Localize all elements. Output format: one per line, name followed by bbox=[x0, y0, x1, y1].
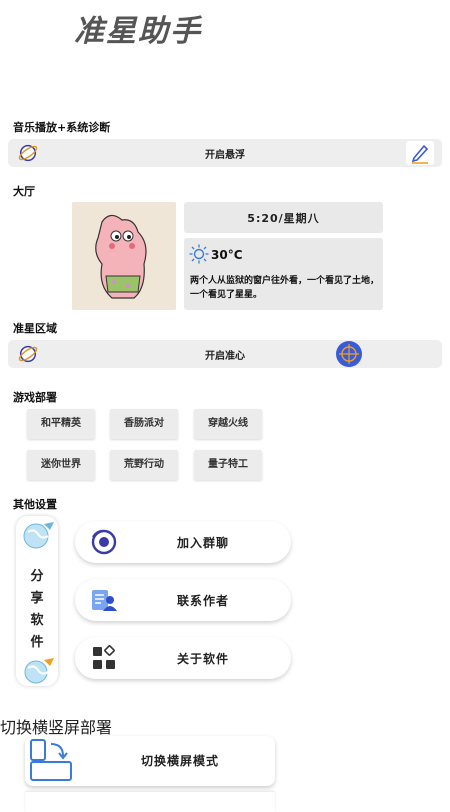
about-software-label: 关于软件 bbox=[176, 652, 229, 666]
music-section-label: 音乐播放+系统诊断 bbox=[13, 121, 111, 134]
earth-send-icon bbox=[23, 522, 54, 549]
games-section-label: 游戏部署 bbox=[13, 391, 57, 404]
rotate-screen-icon bbox=[30, 739, 72, 781]
crosshair-icon bbox=[336, 341, 362, 367]
floating-toggle-label: 开启悬浮 bbox=[205, 150, 245, 161]
sun-icon bbox=[189, 244, 209, 264]
switch-landscape-label: 切换横屏模式 bbox=[140, 754, 219, 768]
crosshair-section-label: 准星区域 bbox=[13, 322, 57, 335]
wifi-icon bbox=[402, 5, 414, 15]
patrick-star-image bbox=[72, 202, 176, 310]
orientation-section-label: 切换横竖屏部署 bbox=[0, 718, 113, 737]
game-button-quantum-agent[interactable]: 量子特工 bbox=[194, 450, 262, 480]
contact-author-label: 联系作者 bbox=[176, 594, 229, 608]
game-button-knives-out[interactable]: 荒野行动 bbox=[110, 450, 178, 480]
status-time: 9:23 bbox=[7, 2, 31, 16]
next-card-partial bbox=[25, 792, 275, 812]
datetime-display: 5:20/星期八 bbox=[184, 202, 383, 233]
datetime-text: 5:20/星期八 bbox=[247, 212, 320, 225]
crosshair-toggle-label: 开启准心 bbox=[205, 351, 245, 362]
game-button-sausage-party[interactable]: 香肠派对 bbox=[110, 409, 178, 439]
other-section-label: 其他设置 bbox=[13, 498, 57, 511]
contact-card-icon bbox=[92, 590, 117, 611]
join-group-label: 加入群聊 bbox=[176, 536, 229, 550]
temperature-text: 30°C bbox=[211, 248, 243, 262]
quote-text: 两个人从监狱的窗户往外看，一个看见了土地，一个看见了星星。 bbox=[190, 276, 380, 300]
floating-toggle-bar[interactable]: 开启悬浮 bbox=[8, 139, 442, 167]
join-group-button[interactable]: 加入群聊 bbox=[75, 521, 291, 563]
share-software-button[interactable]: 分 享 软 件 bbox=[16, 516, 58, 686]
battery-icon bbox=[418, 6, 424, 16]
game-button-mini-world[interactable]: 迷你世界 bbox=[27, 450, 95, 480]
earth-send-icon bbox=[24, 658, 54, 684]
lobby-section-label: 大厅 bbox=[13, 185, 35, 198]
game-button-crossfire[interactable]: 穿越火线 bbox=[194, 409, 262, 439]
weather-card: 30°C 两个人从监狱的窗户往外看，一个看见了土地，一个看见了星星。 bbox=[184, 238, 383, 310]
status-icons bbox=[400, 3, 428, 22]
crosshair-toggle-bar[interactable]: 开启准心 bbox=[8, 340, 442, 368]
apps-grid-icon bbox=[93, 645, 115, 669]
status-bar: 9:23 bbox=[0, 0, 450, 22]
game-button-peace-elite[interactable]: 和平精英 bbox=[27, 409, 95, 439]
about-software-button[interactable]: 关于软件 bbox=[75, 637, 291, 679]
qq-group-icon bbox=[91, 529, 117, 555]
contact-author-button[interactable]: 联系作者 bbox=[75, 579, 291, 621]
edit-button[interactable] bbox=[406, 141, 434, 165]
switch-landscape-button[interactable]: 切换横屏模式 bbox=[25, 736, 275, 786]
share-text: 分 享 软 件 bbox=[30, 569, 44, 650]
app-title: 准星助手 bbox=[74, 14, 202, 49]
pencil-icon bbox=[411, 144, 429, 164]
